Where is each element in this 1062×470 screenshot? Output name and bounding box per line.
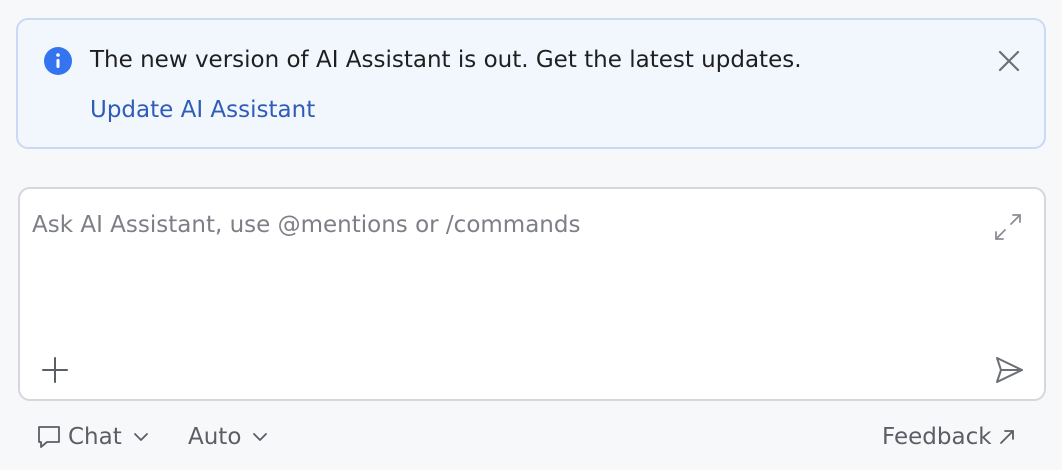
ai-assistant-panel: The new version of AI Assistant is out. …: [0, 0, 1062, 470]
close-icon[interactable]: [994, 46, 1024, 76]
chat-bubble-icon: [36, 424, 62, 450]
expand-icon[interactable]: [992, 211, 1024, 243]
info-icon: [44, 47, 72, 75]
update-ai-assistant-link[interactable]: Update AI Assistant: [90, 94, 315, 126]
chat-mode-label: Chat: [68, 424, 122, 450]
update-notification-banner: The new version of AI Assistant is out. …: [16, 18, 1046, 149]
add-context-icon[interactable]: [40, 355, 70, 385]
send-icon[interactable]: [992, 353, 1026, 387]
model-select-label: Auto: [188, 424, 242, 450]
feedback-label: Feedback: [882, 424, 992, 450]
banner-message: The new version of AI Assistant is out. …: [90, 47, 802, 73]
model-select-dropdown[interactable]: Auto: [188, 420, 269, 454]
chat-mode-dropdown[interactable]: Chat: [36, 420, 150, 454]
chevron-down-icon: [132, 428, 150, 446]
feedback-link[interactable]: Feedback: [882, 420, 1016, 454]
chat-input-box: [18, 187, 1046, 401]
chevron-down-icon: [251, 428, 269, 446]
prompt-input[interactable]: [32, 209, 972, 319]
external-link-arrow-icon: [998, 428, 1016, 446]
